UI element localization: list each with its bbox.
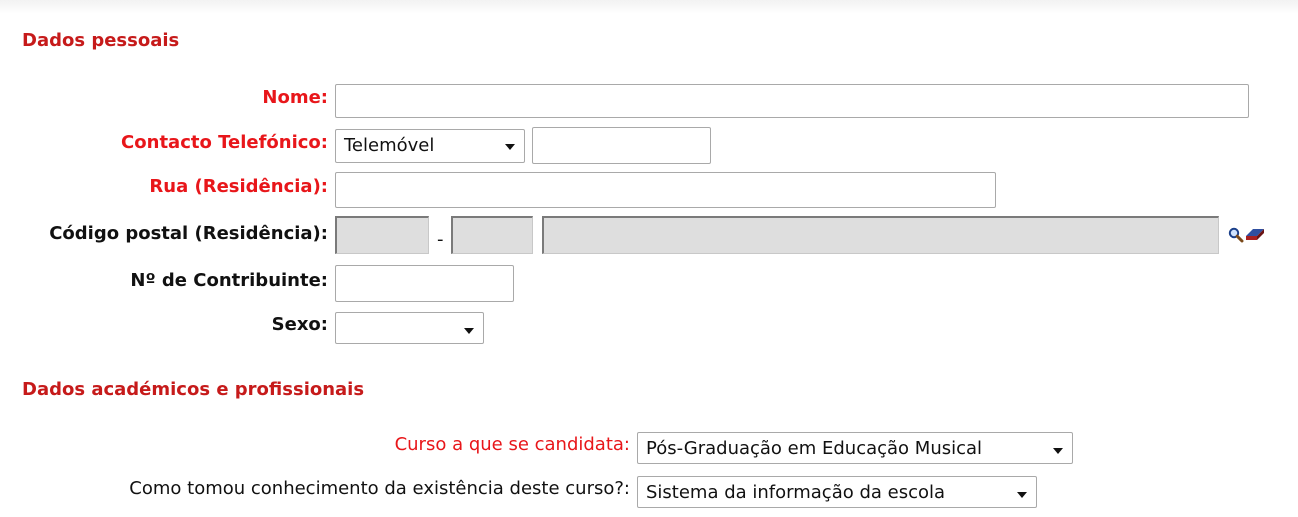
course-label: Curso a que se candidata: bbox=[394, 434, 630, 455]
phone-type-value: Telemóvel bbox=[344, 135, 435, 156]
phone-label: Contacto Telefónico: bbox=[121, 132, 328, 153]
chevron-down-icon bbox=[464, 328, 474, 334]
source-value: Sistema da informação da escola bbox=[646, 482, 946, 503]
section-title-academic: Dados académicos e profissionais bbox=[22, 379, 365, 400]
postal-code-label: Código postal (Residência): bbox=[49, 223, 328, 244]
chevron-down-icon bbox=[505, 144, 515, 150]
sex-select[interactable] bbox=[335, 312, 484, 344]
source-select[interactable]: Sistema da informação da escola bbox=[637, 476, 1037, 508]
chevron-down-icon bbox=[1017, 492, 1027, 498]
source-label: Como tomou conhecimento da existência de… bbox=[129, 478, 630, 499]
tax-id-label: Nº de Contribuinte: bbox=[130, 270, 328, 291]
street-input[interactable] bbox=[335, 172, 996, 208]
street-label: Rua (Residência): bbox=[149, 176, 328, 197]
postal-code-separator: - bbox=[437, 229, 444, 250]
phone-type-select[interactable]: Telemóvel bbox=[335, 129, 525, 163]
chevron-down-icon bbox=[1053, 448, 1063, 454]
sex-label: Sexo: bbox=[271, 314, 328, 335]
tax-id-input[interactable] bbox=[335, 265, 514, 302]
course-select[interactable]: Pós-Graduação em Educação Musical bbox=[637, 432, 1073, 464]
name-input[interactable] bbox=[335, 84, 1249, 118]
search-icon[interactable] bbox=[1228, 227, 1244, 243]
section-title-personal: Dados pessoais bbox=[22, 30, 180, 51]
postal-code-part1-input[interactable] bbox=[335, 216, 429, 254]
phone-number-input[interactable] bbox=[532, 127, 711, 164]
name-label: Nome: bbox=[262, 87, 328, 108]
course-value: Pós-Graduação em Educação Musical bbox=[646, 438, 983, 459]
eraser-icon[interactable] bbox=[1244, 225, 1266, 243]
postal-locality-input[interactable] bbox=[542, 216, 1219, 254]
postal-code-part2-input[interactable] bbox=[451, 216, 533, 254]
form-panel: Dados pessoais Nome: Contacto Telefónico… bbox=[0, 0, 1298, 517]
